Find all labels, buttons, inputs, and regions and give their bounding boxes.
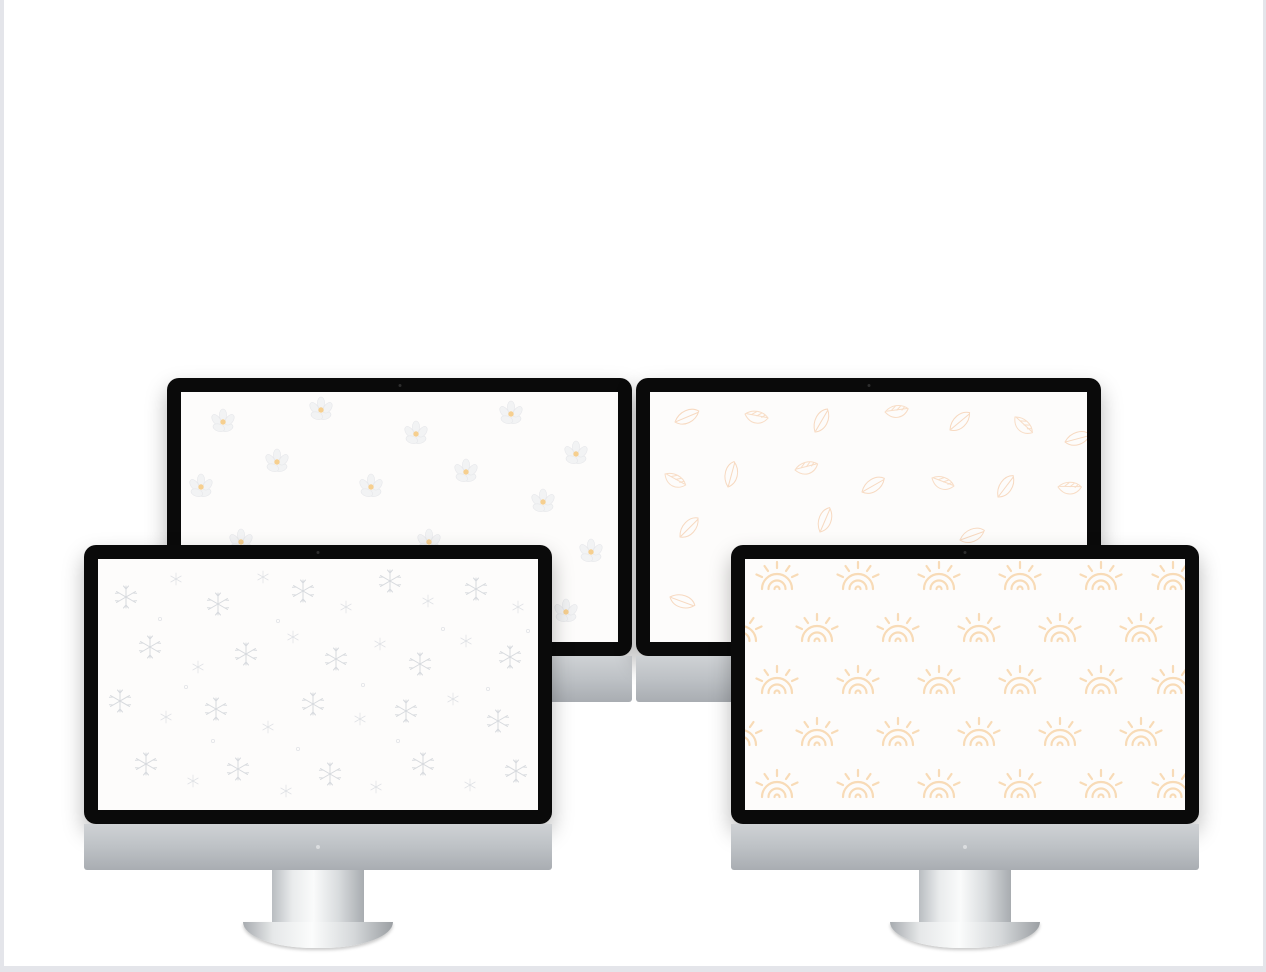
camera-dot: [963, 551, 967, 554]
camera-dot: [316, 551, 320, 554]
monitor-summer[interactable]: [731, 545, 1199, 948]
monitor-neck-summer: [731, 870, 1199, 922]
screen-winter: [98, 559, 538, 810]
sun-pattern-icon: [745, 560, 1185, 799]
monitor-chin-summer: [731, 824, 1199, 870]
monitor-neck-winter: [84, 870, 552, 922]
screen-subtitle-winter: [98, 704, 538, 730]
screen-summer: [745, 559, 1185, 810]
monitor-base-winter: [243, 922, 393, 948]
poster-canvas: [0, 0, 1266, 972]
monitor-winter[interactable]: [84, 545, 552, 948]
snowflake-pattern-icon: [108, 569, 530, 798]
camera-dot: [867, 384, 870, 387]
screen-subtitle-summer: [745, 704, 1185, 730]
camera-dot: [398, 384, 401, 387]
monitor-chin-winter: [84, 824, 552, 870]
monitor-base-summer: [890, 922, 1040, 948]
